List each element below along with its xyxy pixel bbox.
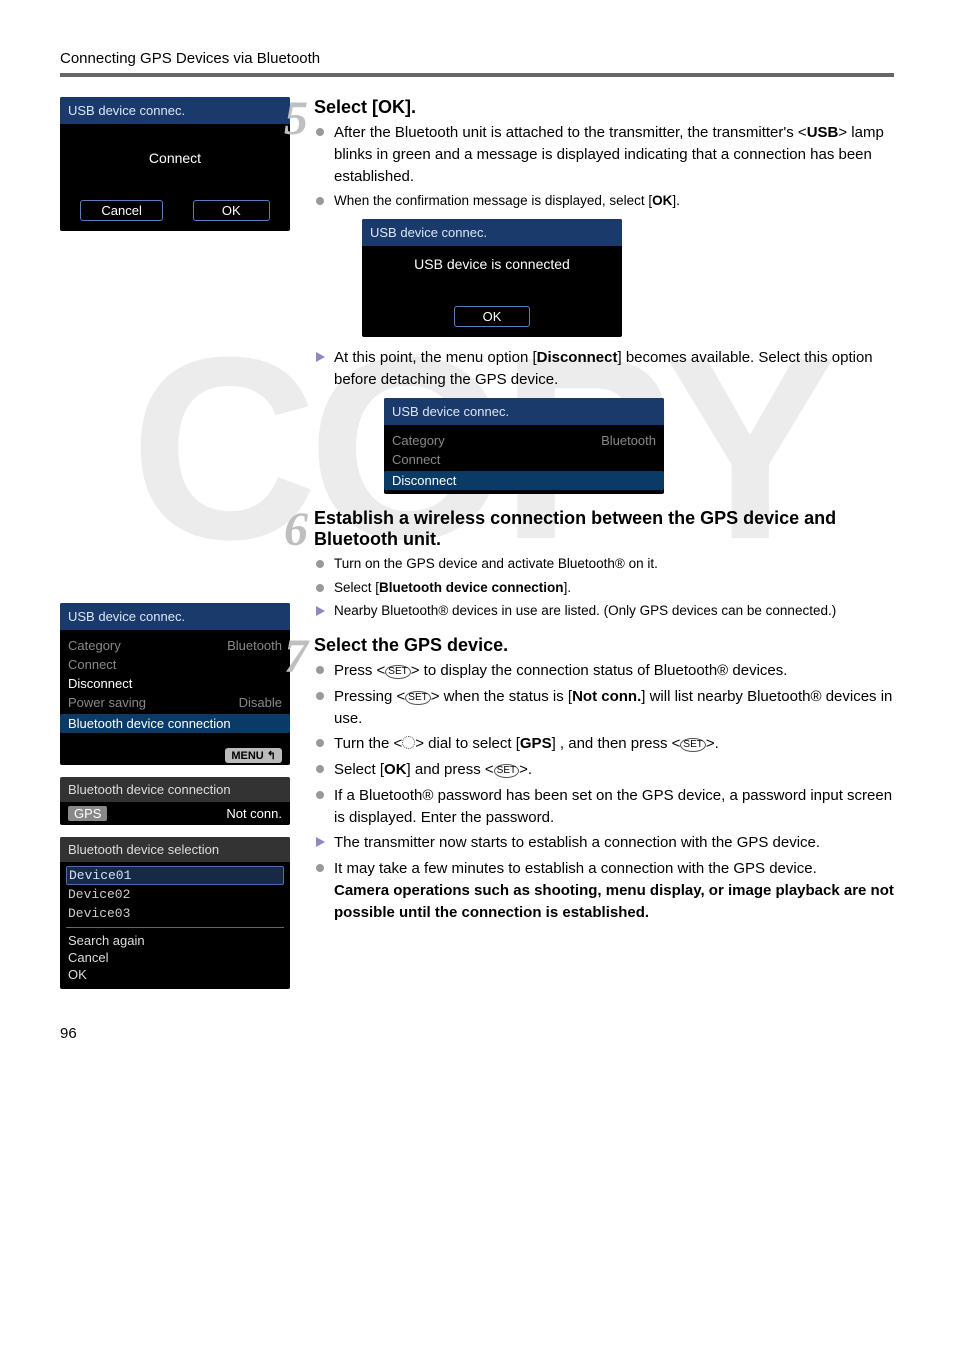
step7-bullet-6: The transmitter now starts to establish … — [332, 832, 894, 854]
step7-bullet-1: Press <SET> to display the connection st… — [332, 660, 894, 682]
cancel-action[interactable]: Cancel — [60, 949, 290, 966]
step-number-7: 7 — [266, 635, 314, 678]
screen3-title: Bluetooth device connection — [60, 777, 290, 802]
step7-bullet-2: Pressing <SET> when the status is [Not c… — [332, 686, 894, 730]
inset1-message: USB device is connected — [362, 246, 622, 306]
step6-bullet-2: Select [Bluetooth device connection]. — [332, 578, 894, 598]
step6-heading: Establish a wireless connection between … — [314, 508, 894, 550]
step-number-5: 5 — [266, 97, 314, 140]
step5-bullet-2: When the confirmation message is display… — [332, 191, 894, 211]
step7-heading: Select the GPS device. — [314, 635, 894, 656]
camera-screen-bt-connection: Bluetooth device connection GPS Not conn… — [60, 777, 290, 825]
step7-bullet-4: Select [OK] and press <SET>. — [332, 759, 894, 781]
step5-bullet-1: After the Bluetooth unit is attached to … — [332, 122, 894, 187]
camera-screen-usb-menu: USB device connec. CategoryBluetooth Con… — [60, 603, 290, 765]
header-rule — [60, 73, 894, 77]
step5-bullet-3: At this point, the menu option [Disconne… — [332, 347, 894, 391]
screen1-cancel-button[interactable]: Cancel — [80, 200, 162, 221]
screen4-title: Bluetooth device selection — [60, 837, 290, 862]
screen2-row1-label: Connect — [68, 657, 116, 672]
inset2-row0-label: Category — [392, 433, 445, 448]
inset2-title: USB device connec. — [384, 398, 664, 425]
camera-screen-connect: USB device connec. Connect Cancel OK — [60, 97, 290, 231]
inset1-title: USB device connec. — [362, 219, 622, 246]
inset-usb-connected: USB device connec. USB device is connect… — [362, 219, 622, 337]
ok-action[interactable]: OK — [60, 966, 290, 983]
step7-bullet-3: Turn the <> dial to select [GPS] , and t… — [332, 733, 894, 755]
device-item-1[interactable]: Device02 — [60, 885, 290, 904]
page-header-title: Connecting GPS Devices via Bluetooth — [60, 50, 894, 67]
device-item-0[interactable]: Device01 — [66, 866, 284, 885]
inset-disconnect-menu: USB device connec. Category Bluetooth Con… — [384, 398, 664, 494]
screen1-ok-button[interactable]: OK — [193, 200, 270, 221]
step6-bullet-3: Nearby Bluetooth® devices in use are lis… — [332, 601, 894, 621]
screen3-gps-label[interactable]: GPS — [68, 806, 107, 821]
screen1-title: USB device connec. — [60, 97, 290, 124]
inset2-row0-value: Bluetooth — [601, 433, 656, 448]
page-number: 96 — [60, 1025, 894, 1042]
camera-screen-bt-selection: Bluetooth device selection Device01 Devi… — [60, 837, 290, 989]
screen2-row3-value: Disable — [239, 695, 282, 710]
screen1-connect-label: Connect — [60, 124, 290, 192]
set-icon: SET — [680, 738, 705, 752]
step7-bullet-7: It may take a few minutes to establish a… — [332, 858, 894, 923]
screen2-row2-label[interactable]: Disconnect — [68, 676, 132, 691]
screen3-status: Not conn. — [226, 806, 282, 821]
set-icon: SET — [385, 665, 410, 679]
device-separator — [66, 927, 284, 928]
set-icon: SET — [494, 764, 519, 778]
screen2-row3-label: Power saving — [68, 695, 146, 710]
inset1-ok-button[interactable]: OK — [454, 306, 531, 327]
step5-heading: Select [OK]. — [314, 97, 894, 118]
inset2-row1-label: Connect — [392, 452, 440, 467]
step-number-6: 6 — [266, 508, 314, 551]
device-item-2[interactable]: Device03 — [60, 904, 290, 923]
screen2-highlight[interactable]: Bluetooth device connection — [68, 716, 231, 731]
menu-back-badge[interactable]: MENU ↰ — [225, 748, 282, 763]
inset2-highlight[interactable]: Disconnect — [392, 473, 456, 488]
dial-icon — [402, 736, 415, 749]
search-again-action[interactable]: Search again — [60, 932, 290, 949]
screen2-row0-label: Category — [68, 638, 121, 653]
step7-bullet-5: If a Bluetooth® password has been set on… — [332, 785, 894, 829]
set-icon: SET — [405, 691, 430, 705]
step6-bullet-1: Turn on the GPS device and activate Blue… — [332, 554, 894, 574]
screen2-title: USB device connec. — [60, 603, 290, 630]
